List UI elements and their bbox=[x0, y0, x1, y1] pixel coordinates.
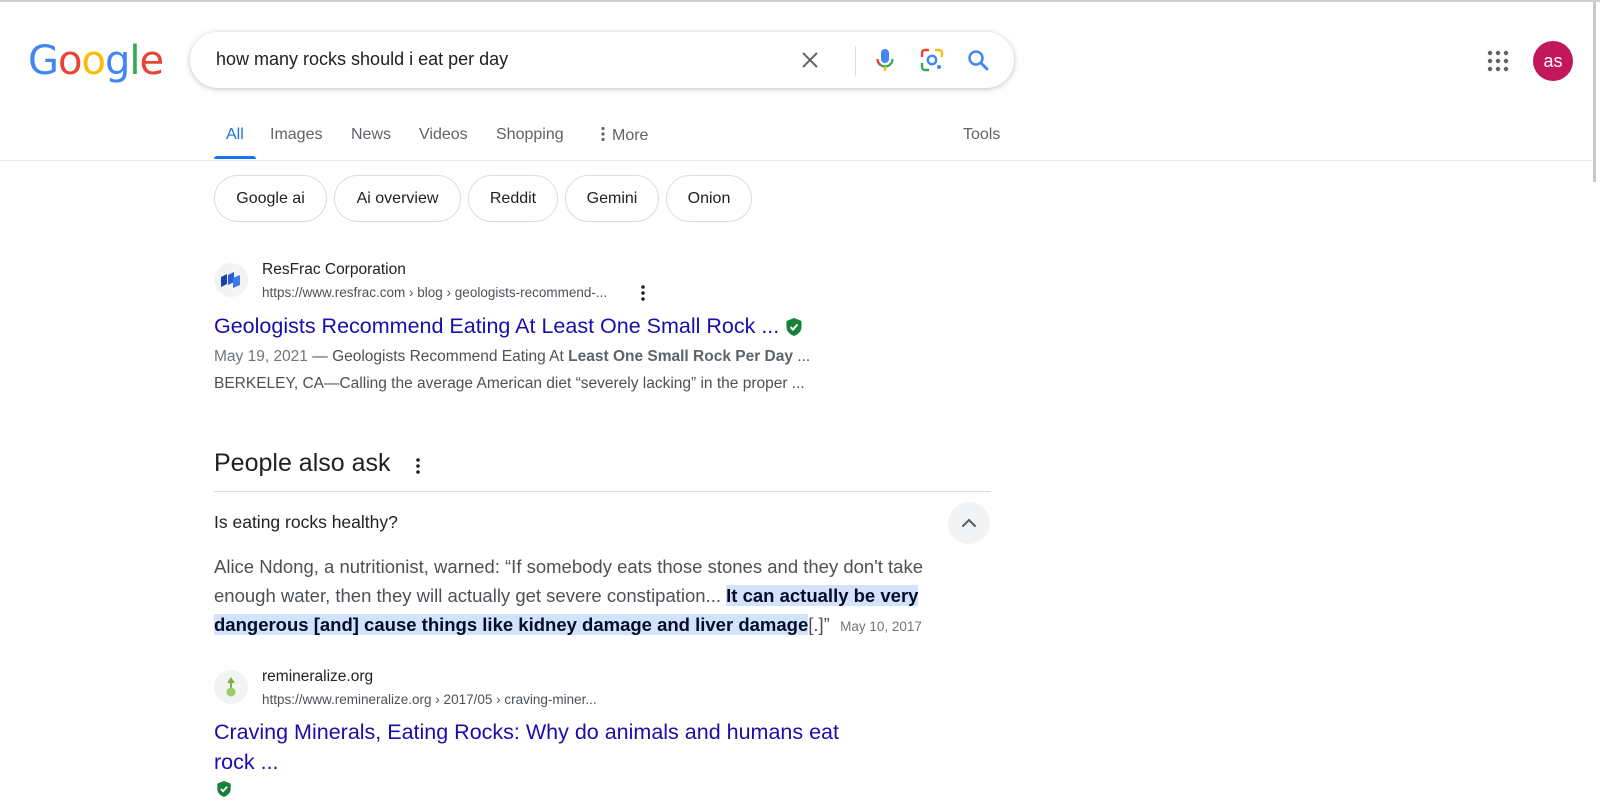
search-input[interactable]: how many rocks should i eat per day bbox=[216, 49, 508, 70]
chip-ai-overview[interactable]: Ai overview bbox=[334, 175, 461, 222]
logo-letter: G bbox=[28, 38, 59, 84]
chip-onion[interactable]: Onion bbox=[666, 175, 752, 222]
tabs-divider bbox=[0, 160, 1592, 161]
tab-videos[interactable]: Videos bbox=[419, 126, 468, 144]
snippet-ellipsis: ... bbox=[793, 348, 811, 365]
tab-all[interactable]: All bbox=[226, 126, 244, 144]
search-icon[interactable] bbox=[964, 46, 992, 74]
search-box[interactable]: how many rocks should i eat per day bbox=[190, 32, 1014, 88]
paa-question[interactable]: Is eating rocks healthy? bbox=[214, 512, 398, 533]
clear-icon[interactable] bbox=[796, 46, 824, 74]
tab-shopping[interactable]: Shopping bbox=[496, 126, 564, 144]
result-url[interactable]: https://www.resfrac.com › blog › geologi… bbox=[262, 285, 607, 300]
logo-letter: e bbox=[139, 38, 164, 84]
window-top-border bbox=[0, 0, 1600, 2]
paa-heading: People also ask bbox=[214, 449, 391, 477]
mic-icon[interactable] bbox=[871, 46, 899, 74]
verified-shield-icon bbox=[216, 780, 232, 803]
paa-answer: Alice Ndong, a nutritionist, warned: “If… bbox=[214, 552, 974, 641]
result-title-line1: Craving Minerals, Eating Rocks: Why do a… bbox=[214, 720, 839, 744]
account-avatar[interactable]: as bbox=[1533, 41, 1573, 81]
logo-letter: g bbox=[104, 38, 130, 84]
result-title-line2: rock ... bbox=[214, 750, 279, 774]
logo-letter: o bbox=[81, 38, 106, 84]
chevron-up-icon[interactable] bbox=[948, 502, 990, 544]
answer-end: [.]” bbox=[808, 614, 830, 635]
lens-icon[interactable] bbox=[918, 46, 946, 74]
apps-grid-icon[interactable] bbox=[1486, 49, 1510, 73]
remineralize-favicon bbox=[214, 670, 248, 704]
resfrac-favicon bbox=[214, 263, 248, 297]
more-vert-icon[interactable] bbox=[415, 457, 421, 475]
google-logo[interactable]: Google bbox=[28, 38, 164, 84]
logo-letter: l bbox=[129, 38, 140, 84]
chip-gemini[interactable]: Gemini bbox=[565, 175, 659, 222]
logo-letter: o bbox=[58, 38, 83, 84]
tab-more[interactable]: More bbox=[600, 126, 648, 145]
result-title-text: Geologists Recommend Eating At Least One… bbox=[214, 314, 780, 338]
answer-date: May 10, 2017 bbox=[840, 619, 922, 634]
tools-button[interactable]: Tools bbox=[963, 126, 1000, 144]
result-snippet-line1: May 19, 2021 — Geologists Recommend Eati… bbox=[214, 343, 810, 370]
verified-shield-icon bbox=[786, 318, 802, 337]
tab-more-label: More bbox=[612, 127, 649, 144]
paa-divider bbox=[214, 491, 991, 492]
chip-google-ai[interactable]: Google ai bbox=[214, 175, 327, 222]
snippet-separator: — bbox=[307, 348, 333, 365]
result-date: May 19, 2021 bbox=[214, 348, 308, 365]
scrollbar-thumb[interactable] bbox=[1593, 2, 1596, 182]
snippet-bold: Least One Small Rock Per Day bbox=[568, 348, 793, 365]
more-vert-icon[interactable] bbox=[640, 284, 646, 302]
result-site-name[interactable]: remineralize.org bbox=[262, 668, 373, 686]
result-site-name[interactable]: ResFrac Corporation bbox=[262, 261, 406, 279]
tab-images[interactable]: Images bbox=[270, 126, 322, 144]
result-title-link[interactable]: Craving Minerals, Eating Rocks: Why do a… bbox=[214, 717, 839, 777]
result-url[interactable]: https://www.remineralize.org › 2017/05 ›… bbox=[262, 692, 597, 707]
search-divider bbox=[855, 46, 856, 76]
result-snippet-line2: BERKELEY, CA—Calling the average America… bbox=[214, 375, 805, 392]
tab-news[interactable]: News bbox=[351, 126, 391, 144]
result-title-link[interactable]: Geologists Recommend Eating At Least One… bbox=[214, 311, 803, 341]
snippet-text: Geologists Recommend Eating At bbox=[332, 348, 569, 365]
active-tab-indicator bbox=[214, 156, 256, 159]
more-vert-icon bbox=[601, 126, 605, 142]
chip-reddit[interactable]: Reddit bbox=[468, 175, 558, 222]
